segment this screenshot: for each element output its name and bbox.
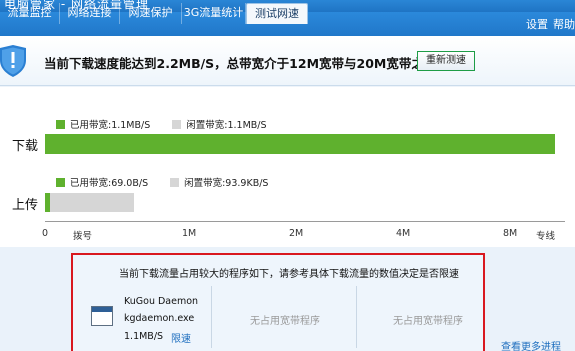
help-link[interactable]: 帮助 bbox=[553, 16, 575, 32]
download-legend: 已用带宽:1.1MB/S 闲置带宽:1.1MB/S bbox=[56, 117, 267, 131]
idle-swatch bbox=[172, 120, 182, 129]
tab-traffic-monitor[interactable]: 流量监控 bbox=[0, 3, 60, 24]
view-more-processes-link[interactable]: 查看更多进程 bbox=[501, 338, 561, 351]
tab-network-connections[interactable]: 网络连接 bbox=[60, 3, 120, 24]
download-label: 下载 bbox=[12, 139, 39, 154]
tab-3g-stats[interactable]: 3G流量统计 bbox=[182, 3, 246, 24]
empty-program-slot: 无占用宽带程序 bbox=[250, 316, 320, 327]
download-used-legend: 已用带宽:1.1MB/S bbox=[70, 120, 151, 131]
retest-button[interactable]: 重新测速 bbox=[417, 51, 475, 71]
tab-speed-test[interactable]: 测试网速 bbox=[246, 3, 308, 24]
tab-speed-protection[interactable]: 网速保护 bbox=[120, 3, 182, 24]
empty-program-slot: 无占用宽带程序 bbox=[393, 316, 463, 327]
divider bbox=[211, 286, 212, 348]
speed-axis bbox=[45, 221, 565, 222]
upload-legend: 已用带宽:69.0B/S 闲置带宽:93.9KB/S bbox=[56, 175, 268, 189]
program-exe: kgdaemon.exe bbox=[124, 313, 195, 324]
axis-tick-4m: 4M bbox=[396, 228, 411, 239]
upload-used-bar bbox=[45, 193, 50, 212]
axis-tick-8m: 8M bbox=[503, 228, 518, 239]
upload-idle-legend: 闲置带宽:93.9KB/S bbox=[184, 178, 269, 189]
programs-title: 当前下载流量占用较大的程序如下，请参考具体下载流量的数值决定是否限速 bbox=[119, 269, 459, 280]
upload-used-legend: 已用带宽:69.0B/S bbox=[70, 178, 149, 189]
program-window-icon bbox=[91, 306, 113, 326]
axis-tick-dialup: 拨号 bbox=[73, 231, 93, 242]
settings-link[interactable]: 设置 bbox=[526, 16, 548, 32]
limit-speed-link[interactable]: 限速 bbox=[171, 330, 191, 345]
axis-tick-0: 0 bbox=[42, 228, 49, 239]
upload-label: 上传 bbox=[12, 198, 39, 213]
idle-swatch bbox=[170, 178, 180, 187]
axis-tick-dedicated: 专线 bbox=[536, 231, 556, 242]
used-swatch bbox=[56, 120, 65, 129]
speed-result-message: 当前下载速度能达到2.2MB/S，总带宽介于12M宽带与20M宽带之间 bbox=[44, 56, 437, 71]
program-name: KuGou Daemon bbox=[124, 296, 199, 307]
axis-tick-2m: 2M bbox=[289, 228, 304, 239]
download-idle-legend: 闲置带宽:1.1MB/S bbox=[186, 120, 267, 131]
upload-idle-bar bbox=[45, 193, 134, 212]
shield-icon bbox=[0, 45, 26, 77]
program-speed: 1.1MB/S bbox=[124, 331, 164, 342]
bandwidth-chart bbox=[0, 87, 575, 247]
divider bbox=[356, 286, 357, 348]
axis-tick-1m: 1M bbox=[182, 228, 197, 239]
used-swatch bbox=[56, 178, 65, 187]
download-used-bar bbox=[45, 134, 555, 154]
